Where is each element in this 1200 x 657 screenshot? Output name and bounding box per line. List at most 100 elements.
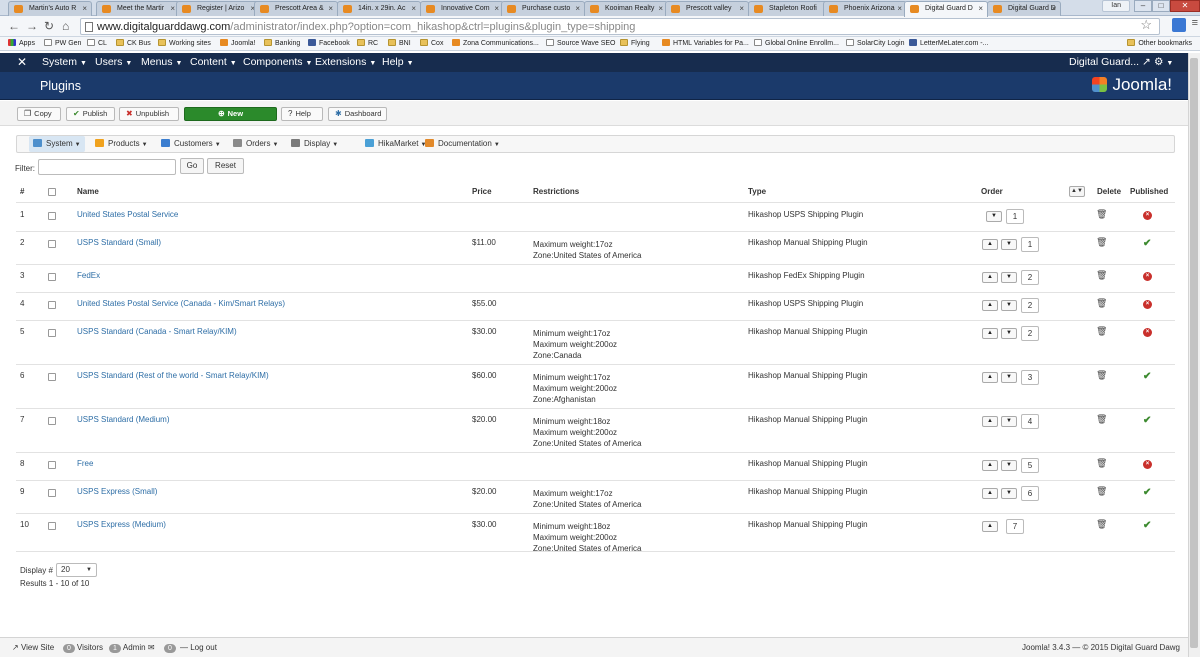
plugin-name-link[interactable]: USPS Express (Medium) (77, 519, 166, 530)
browser-user-chip[interactable]: Ian (1102, 0, 1130, 12)
tab-close-icon[interactable]: × (739, 2, 744, 15)
col-order-header[interactable]: Order (981, 187, 1003, 197)
col-name-header[interactable]: Name (77, 187, 99, 197)
row-checkbox[interactable] (48, 461, 56, 469)
bookmark-item[interactable]: Flying (620, 38, 650, 50)
save-order-button[interactable]: ▲▼ (1069, 186, 1085, 197)
browser-tab[interactable]: Register | Arizo × (176, 1, 260, 16)
plugin-name-link[interactable]: United States Postal Service (77, 209, 178, 220)
bookmark-item[interactable]: Banking (264, 38, 300, 50)
plugin-name-link[interactable]: Free (77, 458, 93, 469)
admin-nav-item[interactable]: Menus ▼ (141, 56, 182, 70)
published-check-icon[interactable]: ✔ (1143, 416, 1151, 426)
reset-button[interactable]: Reset (207, 158, 244, 174)
url-input[interactable]: www.digitalguarddawg.com/administrator/i… (80, 18, 1160, 35)
hikashop-menu-item[interactable]: Products ▼ (95, 136, 148, 152)
plugin-name-link[interactable]: USPS Standard (Medium) (77, 414, 169, 425)
logout-link[interactable]: — Log out (180, 643, 217, 653)
bookmark-item[interactable]: Working sites (158, 38, 211, 50)
browser-menu-icon[interactable]: ≡ (1192, 17, 1198, 29)
trash-icon[interactable]: 🗑 (1096, 209, 1107, 219)
bookmark-item[interactable]: RC (357, 38, 378, 50)
unpublished-x-icon[interactable]: × (1143, 460, 1152, 469)
order-input[interactable]: 1 (1006, 209, 1024, 224)
order-up-button[interactable]: ▲ (982, 272, 998, 283)
col-published-header[interactable]: Published (1130, 187, 1168, 197)
window-close-button[interactable]: ✕ (1170, 0, 1200, 12)
unpublished-x-icon[interactable]: × (1143, 328, 1152, 337)
order-down-button[interactable]: ▼ (1001, 372, 1017, 383)
row-checkbox[interactable] (48, 240, 56, 248)
trash-icon[interactable]: 🗑 (1096, 298, 1107, 308)
trash-icon[interactable]: 🗑 (1096, 370, 1107, 380)
display-count-select[interactable]: 20 ▼ (56, 563, 97, 577)
tab-close-icon[interactable]: × (411, 2, 416, 15)
row-checkbox[interactable] (48, 212, 56, 220)
col-type-header[interactable]: Type (748, 187, 766, 197)
bookmark-item[interactable]: CL (87, 38, 107, 50)
bookmark-item[interactable]: LetterMeLater.com -... (909, 38, 988, 50)
plugin-name-link[interactable]: USPS Standard (Small) (77, 237, 161, 248)
order-down-button[interactable]: ▼ (1001, 328, 1017, 339)
order-down-button[interactable]: ▼ (1001, 488, 1017, 499)
published-check-icon[interactable]: ✔ (1143, 521, 1151, 531)
trash-icon[interactable]: 🗑 (1096, 326, 1107, 336)
row-checkbox[interactable] (48, 522, 56, 530)
help-button[interactable]: ? Help (281, 107, 323, 121)
minimize-button[interactable]: – (1134, 0, 1152, 12)
new-button[interactable]: ⊕ New (184, 107, 277, 121)
row-checkbox[interactable] (48, 273, 56, 281)
view-site-link[interactable]: ↗ View Site (12, 643, 54, 653)
row-checkbox[interactable] (48, 301, 56, 309)
row-checkbox[interactable] (48, 373, 56, 381)
bookmark-item[interactable]: Source Wave SEO (546, 38, 616, 50)
forward-arrow-icon[interactable]: → (26, 19, 38, 33)
tab-close-icon[interactable]: × (897, 2, 902, 15)
hikashop-menu-item[interactable]: System ▼ (29, 136, 85, 152)
tab-close-icon[interactable]: × (494, 2, 499, 15)
bookmark-item[interactable]: CK Bus (116, 38, 151, 50)
bookmark-star-icon[interactable]: ☆ (1140, 17, 1152, 33)
order-input[interactable]: 6 (1021, 486, 1039, 501)
bookmark-item[interactable]: SolarCity Login (846, 38, 904, 50)
admin-nav-item[interactable]: Users ▼ (95, 56, 132, 70)
extension-icon[interactable] (1172, 18, 1186, 32)
row-checkbox[interactable] (48, 417, 56, 425)
bookmark-item[interactable]: Zona Communications... (452, 38, 539, 50)
tab-close-icon[interactable]: × (328, 2, 333, 15)
hikashop-menu-item[interactable]: Orders ▼ (233, 136, 278, 152)
other-bookmarks[interactable]: Other bookmarks (1127, 38, 1192, 50)
tab-close-icon[interactable]: × (575, 2, 580, 15)
order-down-button[interactable]: ▼ (986, 211, 1002, 222)
go-button[interactable]: Go (180, 158, 204, 174)
filter-input[interactable] (38, 159, 176, 175)
browser-tab[interactable]: Prescott Area & × (254, 1, 338, 16)
browser-tab[interactable]: Digital Guard D × (904, 1, 988, 17)
browser-tab[interactable]: Kooiman Realty × (584, 1, 668, 16)
trash-icon[interactable]: 🗑 (1096, 458, 1107, 468)
order-up-button[interactable]: ▲ (982, 239, 998, 250)
row-checkbox[interactable] (48, 329, 56, 337)
order-input[interactable]: 1 (1021, 237, 1039, 252)
tab-close-icon[interactable]: × (978, 2, 983, 15)
back-arrow-icon[interactable]: ← (8, 19, 20, 33)
browser-tab[interactable]: Innovative Com × (420, 1, 504, 16)
plugin-name-link[interactable]: USPS Standard (Canada - Smart Relay/KIM) (77, 326, 237, 337)
row-checkbox[interactable] (48, 489, 56, 497)
maximize-button[interactable]: □ (1152, 0, 1170, 12)
order-up-button[interactable]: ▲ (982, 300, 998, 311)
published-check-icon[interactable]: ✔ (1143, 239, 1151, 249)
order-input[interactable]: 2 (1021, 298, 1039, 313)
publish-button[interactable]: ✔ Publish (66, 107, 115, 121)
bookmark-item[interactable]: Facebook (308, 38, 350, 50)
trash-icon[interactable]: 🗑 (1096, 486, 1107, 496)
bookmark-item[interactable]: PW Gen (44, 38, 81, 50)
trash-icon[interactable]: 🗑 (1096, 270, 1107, 280)
order-input[interactable]: 7 (1006, 519, 1024, 534)
admin-nav-item[interactable]: Components ▼ (243, 56, 312, 70)
joomla-x-icon[interactable]: ✕ (17, 56, 27, 69)
unpublished-x-icon[interactable]: × (1143, 211, 1152, 220)
order-up-button[interactable]: ▲ (982, 521, 998, 532)
plugin-name-link[interactable]: FedEx (77, 270, 100, 281)
order-down-button[interactable]: ▼ (1001, 460, 1017, 471)
